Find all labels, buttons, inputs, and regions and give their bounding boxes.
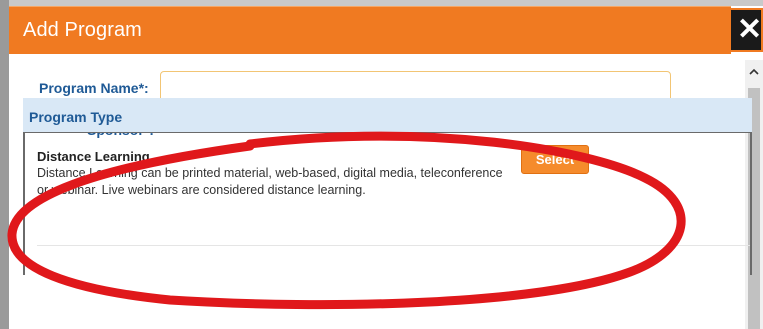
program-name-label: Program Name*: bbox=[39, 80, 149, 96]
scroll-up-icon[interactable] bbox=[748, 66, 760, 78]
program-type-label: Program Type bbox=[29, 109, 123, 125]
program-description: Distance Learning can be printed materia… bbox=[37, 166, 503, 197]
background-strip-left bbox=[0, 0, 9, 329]
program-type-header: Program Type bbox=[23, 98, 752, 132]
dialog-title: Add Program bbox=[23, 19, 142, 41]
close-button[interactable]: ✕ bbox=[729, 8, 763, 52]
row-divider bbox=[37, 245, 750, 246]
dialog-header: Add Program bbox=[9, 6, 731, 54]
select-button[interactable]: Select bbox=[521, 145, 589, 174]
close-icon: ✕ bbox=[737, 13, 763, 46]
program-title: Distance Learning bbox=[37, 149, 150, 164]
program-type-list: Distance Learning Distance Learning can … bbox=[23, 132, 752, 275]
